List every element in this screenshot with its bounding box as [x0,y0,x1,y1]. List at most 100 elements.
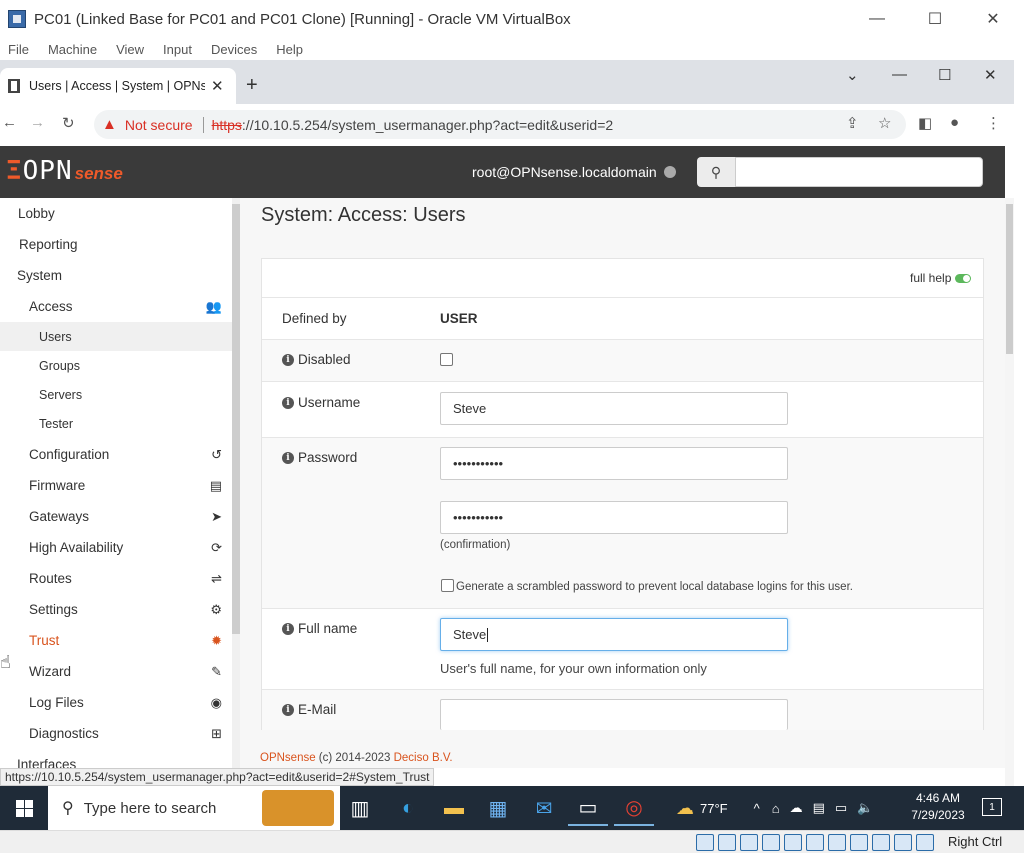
browser-maximize-icon[interactable]: ☐ [938,66,951,84]
task-view-icon[interactable]: ▥ [340,790,380,826]
usb-icon[interactable] [784,834,802,851]
disabled-checkbox[interactable] [440,353,453,366]
sidebar-item-tester[interactable]: Tester [0,409,232,438]
full-help-toggle[interactable]: full help [910,271,972,285]
store-icon[interactable]: ▦ [478,790,518,826]
sidebar-item-high-availability[interactable]: High Availability ⟳ [0,532,232,563]
sidebar-item-lobby[interactable]: Lobby [0,198,232,229]
password-label: Password [298,450,358,465]
info-icon[interactable]: i [282,703,294,716]
current-user[interactable]: root@OPNsense.localdomain [472,164,657,180]
weather-icon[interactable]: ☁ [676,798,694,819]
taskbar-search-box[interactable]: ⚲ Type here to search [48,786,340,830]
footer-company-link[interactable]: Deciso B.V. [394,752,453,764]
network-icon[interactable]: ⌂ [772,801,780,816]
fullname-input[interactable]: Steve [440,618,788,651]
weather-temp[interactable]: 77°F [700,801,728,816]
sidebar-item-interfaces[interactable]: Interfaces [0,749,232,768]
tab-close-icon[interactable]: ✕ [211,77,224,95]
sidebar-scrollbar[interactable] [232,198,240,768]
menu-devices[interactable]: Devices [211,42,257,57]
menu-input[interactable]: Input [163,42,192,57]
password-input[interactable]: ••••••••••• [440,447,788,480]
printer-icon[interactable]: ▤ [813,800,825,816]
side-panel-icon[interactable]: ◧ [918,114,932,132]
chrome-icon[interactable]: ◎ [614,790,654,826]
forward-icon[interactable]: → [30,114,45,131]
search-input[interactable] [735,157,983,187]
info-icon[interactable]: i [282,353,294,366]
wifi-icon[interactable]: ▭ [835,800,847,816]
browser-minimize-icon[interactable]: — [892,66,907,83]
sidebar-item-configuration[interactable]: Configuration ↺ [0,439,232,470]
shared-folders-icon[interactable] [806,834,824,851]
display-icon[interactable] [828,834,846,851]
share-icon[interactable]: ⇪ [846,114,859,132]
search-icon[interactable]: ⚲ [697,157,735,187]
sidebar-item-firmware[interactable]: Firmware ▤ [0,470,232,501]
address-bar[interactable]: ▲ Not secure https ://10.10.5.254/system… [94,110,906,139]
email-input[interactable] [440,699,788,730]
sidebar-item-label: System [17,268,63,283]
tab-search-chevron-icon[interactable]: ⌄ [846,66,859,84]
sidebar-item-log-files[interactable]: Log Files ◉ [0,687,232,718]
sidebar-item-system[interactable]: System [0,260,232,291]
bookmark-star-icon[interactable]: ☆ [878,114,891,132]
mouse-integration-icon[interactable] [894,834,912,851]
sidebar-item-diagnostics[interactable]: Diagnostics ⊞ [0,718,232,749]
file-explorer-icon[interactable]: ▬ [434,790,474,826]
sidebar-item-groups[interactable]: Groups [0,351,232,380]
scramble-password-checkbox[interactable] [441,579,454,592]
back-icon[interactable]: ← [2,114,17,131]
sidebar-item-reporting[interactable]: Reporting [0,229,232,260]
info-icon[interactable]: i [282,396,294,409]
sidebar-scroll-thumb[interactable] [232,204,240,634]
browser-tab[interactable]: Users | Access | System | OPNsense ✕ [0,68,236,104]
sidebar-item-trust[interactable]: Trust ✹ [0,625,232,656]
edge-icon[interactable]: ◐ [388,790,428,826]
page-scrollbar[interactable] [1005,198,1014,786]
maximize-icon[interactable]: ☐ [906,0,964,38]
sidebar-item-gateways[interactable]: Gateways ➤ [0,501,232,532]
sidebar-item-wizard[interactable]: Wizard ✎ [0,656,232,687]
sidebar-item-servers[interactable]: Servers [0,380,232,409]
sidebar-item-routes[interactable]: Routes ⇌ [0,563,232,594]
menu-help[interactable]: Help [276,42,303,57]
terminal-icon[interactable]: ▭ [568,790,608,826]
browser-menu-icon[interactable]: ⋮ [986,114,1001,132]
sidebar-item-settings[interactable]: Settings ⚙ [0,594,232,625]
opnsense-logo[interactable]: Ξ OPN sense [6,156,123,186]
info-icon[interactable]: i [282,622,294,635]
network-adapter-icon[interactable] [762,834,780,851]
footer-brand-link[interactable]: OPNsense [260,752,316,764]
keyboard-capture-icon[interactable] [916,834,934,851]
hard-disk-icon[interactable] [696,834,714,851]
close-icon[interactable]: ✕ [964,0,1022,38]
profile-avatar-icon[interactable]: ● [950,114,959,131]
page-scroll-thumb[interactable] [1006,204,1013,354]
mail-icon[interactable]: ✉ [524,790,564,826]
recording-icon[interactable] [850,834,868,851]
menu-view[interactable]: View [116,42,144,57]
minimize-icon[interactable]: — [848,0,906,38]
sidebar-item-access[interactable]: Access 👥 [0,291,232,322]
volume-icon[interactable]: 🔈 [857,800,873,816]
cogs-icon: ⚙ [210,601,222,617]
info-icon[interactable]: i [282,451,294,464]
start-button[interactable] [0,786,48,830]
show-hidden-icons-icon[interactable]: ^ [754,801,760,816]
menu-machine[interactable]: Machine [48,42,97,57]
reload-icon[interactable]: ↻ [62,114,75,132]
notifications-icon[interactable]: 1 [982,798,1002,816]
menu-file[interactable]: File [8,42,29,57]
taskbar-clock[interactable]: 4:46 AM 7/29/2023 [908,790,968,824]
sidebar-item-users[interactable]: Users [0,322,232,351]
username-input[interactable]: Steve [440,392,788,425]
new-tab-icon[interactable]: + [246,74,258,97]
audio-icon[interactable] [740,834,758,851]
password-confirm-input[interactable]: ••••••••••• [440,501,788,534]
onedrive-icon[interactable]: ☁ [790,800,803,816]
browser-close-icon[interactable]: ✕ [984,66,997,84]
optical-drive-icon[interactable] [718,834,736,851]
cpu-icon[interactable] [872,834,890,851]
